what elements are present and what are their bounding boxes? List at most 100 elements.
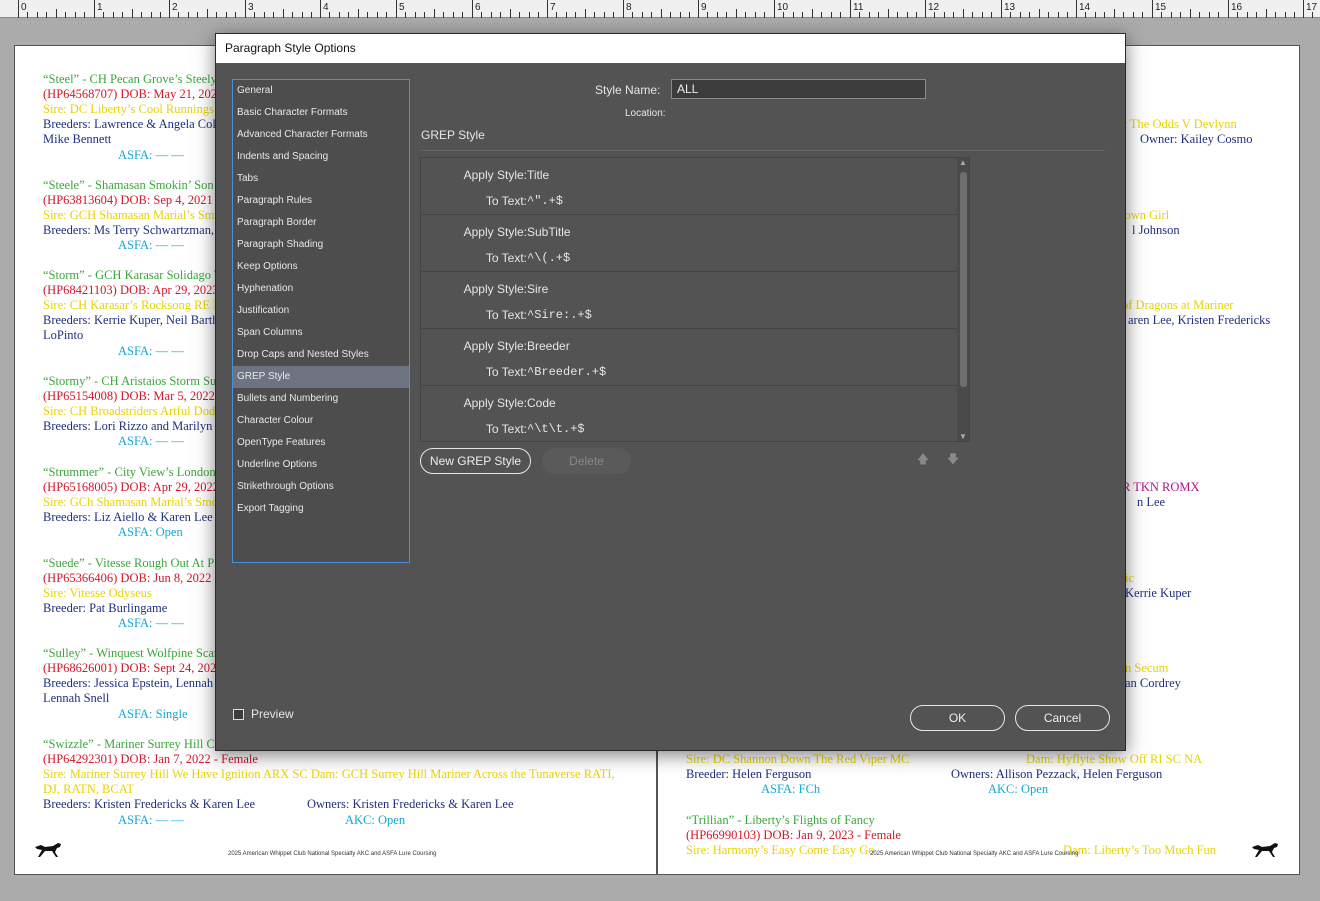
grep-style-list[interactable]: Apply Style: Title To Text: ^".+$ Apply Styl… xyxy=(420,157,970,442)
ruler-minor-tick xyxy=(736,9,737,18)
page-text-line: (HP66990103) DOB: Jan 9, 2023 - Female xyxy=(686,828,901,842)
scroll-down-icon[interactable]: ▼ xyxy=(959,432,967,441)
page-text-line: of Dragons at Mariner xyxy=(1122,298,1234,312)
grep-list-scrollbar[interactable]: ▲ ▼ xyxy=(957,158,969,441)
page-text-line: “Steel” - CH Pecan Grove’s Steely-D xyxy=(43,72,231,86)
grep-rule-row[interactable]: Apply Style: Title To Text: ^".+$ xyxy=(421,158,969,215)
ruler-minor-tick xyxy=(415,12,416,18)
page-text-line: “Swizzle” - Mariner Surrey Hill Co xyxy=(43,737,222,751)
ruler-major-tick xyxy=(623,0,624,18)
ruler-number: 7 xyxy=(550,2,556,13)
ruler-minor-tick xyxy=(358,9,359,18)
page-text-line: AKC: Open xyxy=(345,813,406,827)
nav-item-general[interactable]: General xyxy=(233,80,409,102)
nav-item-paragraph-rules[interactable]: Paragraph Rules xyxy=(233,190,409,212)
ruler-minor-tick xyxy=(991,12,992,18)
to-text-value[interactable]: ^".+$ xyxy=(527,194,563,208)
to-text-value[interactable]: ^\t\t.+$ xyxy=(527,422,585,436)
ruler-major-tick xyxy=(1303,0,1304,18)
ruler-minor-tick xyxy=(821,12,822,18)
page-text-line: “Strummer” - City View’s London xyxy=(43,465,216,479)
ruler-minor-tick xyxy=(1142,12,1143,18)
style-name-input[interactable]: ALL xyxy=(671,79,926,99)
page-text-line: Owners: Allison Pezzack, Helen Ferguson xyxy=(951,767,1163,781)
nav-item-grep-style[interactable]: GREP Style xyxy=(233,366,409,388)
scroll-up-icon[interactable]: ▲ xyxy=(959,158,967,167)
scroll-thumb[interactable] xyxy=(960,172,967,387)
dialog-title: Paragraph Style Options xyxy=(216,34,1125,63)
ruler-minor-tick xyxy=(188,12,189,18)
nav-item-underline-options[interactable]: Underline Options xyxy=(233,454,409,476)
page-text-line: l Johnson xyxy=(1132,223,1180,237)
nav-item-opentype-features[interactable]: OpenType Features xyxy=(233,432,409,454)
preview-checkbox[interactable] xyxy=(233,709,244,720)
move-up-icon[interactable]: 🡅 xyxy=(916,450,930,466)
ruler-major-tick xyxy=(925,0,926,18)
grep-rule-row[interactable]: Apply Style: Breeder To Text: ^Breeder.+$ xyxy=(421,329,969,386)
nav-item-strikethrough-options[interactable]: Strikethrough Options xyxy=(233,476,409,498)
ruler-minor-tick xyxy=(264,12,265,18)
nav-item-character-colour[interactable]: Character Colour xyxy=(233,410,409,432)
nav-item-export-tagging[interactable]: Export Tagging xyxy=(233,498,409,520)
ruler-minor-tick xyxy=(1123,12,1124,18)
cancel-button[interactable]: Cancel xyxy=(1015,705,1110,731)
grep-rule-row[interactable]: Apply Style: Code To Text: ^\t\t.+$ xyxy=(421,386,969,441)
nav-item-keep-options[interactable]: Keep Options xyxy=(233,256,409,278)
ruler-number: 5 xyxy=(399,2,405,13)
ruler-minor-tick xyxy=(84,12,85,18)
ok-button[interactable]: OK xyxy=(910,705,1005,731)
apply-style-value[interactable]: SubTitle xyxy=(527,225,571,239)
ruler-minor-tick xyxy=(859,12,860,18)
page-text-line: (HP64568707) DOB: May 21, 2022 - xyxy=(43,87,231,101)
ruler-minor-tick xyxy=(764,12,765,18)
ruler-minor-tick xyxy=(283,9,284,18)
nav-item-basic-character-formats[interactable]: Basic Character Formats xyxy=(233,102,409,124)
ruler-minor-tick xyxy=(812,9,813,18)
new-grep-style-button[interactable]: New GREP Style xyxy=(420,448,531,474)
ruler-major-tick xyxy=(1228,0,1229,18)
ruler-minor-tick xyxy=(491,12,492,18)
horizontal-ruler[interactable]: 0 1 2 3 4 5 6 7 8 9 10 11 12 13 14 15 16 17 xyxy=(0,0,1320,18)
page-text-line: Sire: DC Shannon Down The Red Viper MC xyxy=(686,752,910,766)
nav-item-paragraph-border[interactable]: Paragraph Border xyxy=(233,212,409,234)
nav-item-bullets-and-numbering[interactable]: Bullets and Numbering xyxy=(233,388,409,410)
grep-rule-row[interactable]: Apply Style: SubTitle To Text: ^\(.+$ xyxy=(421,215,969,272)
to-text-value[interactable]: ^Sire:.+$ xyxy=(527,308,592,322)
nav-item-drop-caps-and-nested-styles[interactable]: Drop Caps and Nested Styles xyxy=(233,344,409,366)
nav-item-span-columns[interactable]: Span Columns xyxy=(233,322,409,344)
apply-style-value[interactable]: Breeder xyxy=(527,339,570,353)
nav-item-paragraph-shading[interactable]: Paragraph Shading xyxy=(233,234,409,256)
apply-style-value[interactable]: Title xyxy=(527,168,549,182)
nav-item-hyphenation[interactable]: Hyphenation xyxy=(233,278,409,300)
to-text-value[interactable]: ^\(.+$ xyxy=(527,251,570,265)
page-text-line: ASFA: — — xyxy=(118,344,184,358)
ruler-minor-tick xyxy=(1190,9,1191,18)
ruler-minor-tick xyxy=(216,12,217,18)
nav-item-indents-and-spacing[interactable]: Indents and Spacing xyxy=(233,146,409,168)
ruler-minor-tick xyxy=(1095,12,1096,18)
apply-style-label: Apply Style: xyxy=(463,168,527,182)
nav-item-tabs[interactable]: Tabs xyxy=(233,168,409,190)
page-text-line: Breeders: Kerrie Kuper, Neil Barth xyxy=(43,313,219,327)
ruler-minor-tick xyxy=(1247,12,1248,18)
to-text-value[interactable]: ^Breeder.+$ xyxy=(527,365,606,379)
ruler-minor-tick xyxy=(519,12,520,18)
ruler-major-tick xyxy=(18,0,19,18)
nav-item-justification[interactable]: Justification xyxy=(233,300,409,322)
ruler-minor-tick xyxy=(1285,12,1286,18)
move-down-icon[interactable]: 🡇 xyxy=(946,450,960,466)
apply-style-value[interactable]: Code xyxy=(527,396,556,410)
delete-button[interactable]: Delete xyxy=(542,448,631,474)
ruler-minor-tick xyxy=(869,12,870,18)
ruler-minor-tick xyxy=(122,12,123,18)
ruler-minor-tick xyxy=(632,12,633,18)
page-text-line: “Trillian” - Liberty’s Flights of Fancy xyxy=(686,813,875,827)
ruler-minor-tick xyxy=(793,12,794,18)
grep-rule-row[interactable]: Apply Style: Sire To Text: ^Sire:.+$ xyxy=(421,272,969,329)
ruler-minor-tick xyxy=(103,12,104,18)
nav-item-advanced-character-formats[interactable]: Advanced Character Formats xyxy=(233,124,409,146)
ruler-minor-tick xyxy=(1048,12,1049,18)
page-text-line: (HP64292301) DOB: Jan 7, 2022 - Female xyxy=(43,752,258,766)
apply-style-value[interactable]: Sire xyxy=(527,282,548,296)
apply-style-label: Apply Style: xyxy=(463,339,527,353)
